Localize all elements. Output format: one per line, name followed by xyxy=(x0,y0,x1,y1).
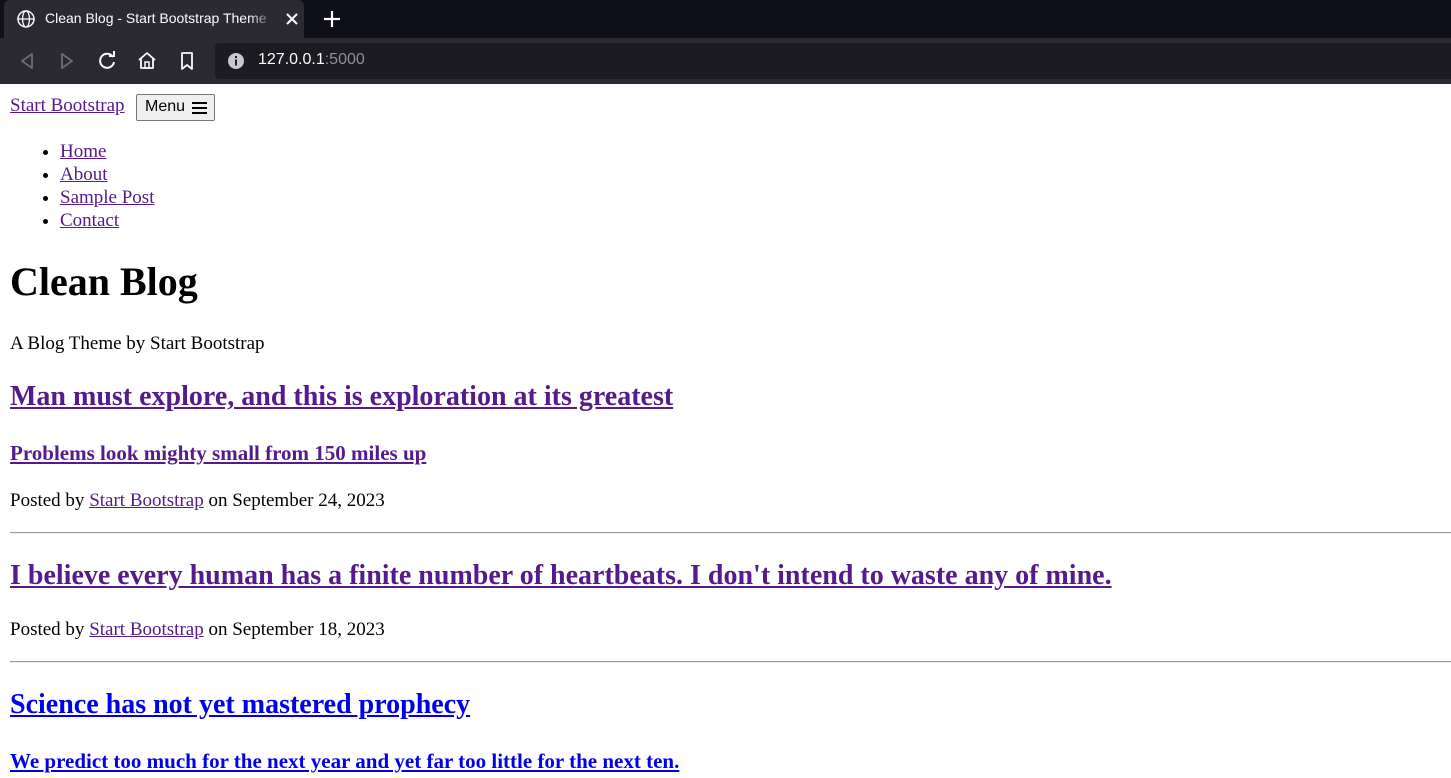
meta-date: on September 18, 2023 xyxy=(208,619,385,640)
post-divider xyxy=(10,661,1451,663)
nav-link-contact[interactable]: Contact xyxy=(60,210,119,231)
nav-item-home: Home xyxy=(60,140,154,163)
menu-toggle-button[interactable]: Menu xyxy=(136,94,215,121)
meta-prefix: Posted by xyxy=(10,490,85,511)
post-subtitle: We predict too much for the next year an… xyxy=(10,748,679,774)
globe-icon xyxy=(17,10,35,28)
nav-link-home[interactable]: Home xyxy=(60,141,106,162)
browser-toolbar: 127.0.0.1:5000 xyxy=(0,38,1451,84)
nav-link-about[interactable]: About xyxy=(60,164,108,185)
page-subtitle: A Blog Theme by Start Bootstrap xyxy=(10,333,265,354)
tab-title: Clean Blog - Start Bootstrap Theme xyxy=(45,10,267,26)
post-title-link[interactable]: Man must explore, and this is exploratio… xyxy=(10,381,673,412)
bookmark-icon[interactable] xyxy=(174,48,200,74)
post-meta: Posted by Start Bootstrap on September 2… xyxy=(10,489,385,513)
address-text: 127.0.0.1:5000 xyxy=(258,51,365,68)
nav-link-sample-post[interactable]: Sample Post xyxy=(60,187,154,208)
meta-prefix: Posted by xyxy=(10,619,85,640)
meta-date: on September 24, 2023 xyxy=(208,490,385,511)
author-link[interactable]: Start Bootstrap xyxy=(89,619,204,640)
brand-link[interactable]: Start Bootstrap xyxy=(10,95,125,117)
close-icon[interactable] xyxy=(282,9,302,29)
address-bar[interactable]: 127.0.0.1:5000 xyxy=(215,43,1451,79)
browser-tab-bar: Clean Blog - Start Bootstrap Theme xyxy=(0,0,1451,38)
home-icon[interactable] xyxy=(134,48,160,74)
nav-item-contact: Contact xyxy=(60,209,154,232)
forward-icon[interactable] xyxy=(54,48,80,74)
post-title: Science has not yet mastered prophecy xyxy=(10,688,470,722)
post-meta: Posted by Start Bootstrap on September 1… xyxy=(10,618,385,642)
post-title: I believe every human has a finite numbe… xyxy=(10,559,1112,593)
post-title-link[interactable]: I believe every human has a finite numbe… xyxy=(10,560,1112,591)
post-subtitle: Problems look mighty small from 150 mile… xyxy=(10,440,426,466)
post-divider xyxy=(10,532,1451,534)
plus-icon[interactable] xyxy=(320,7,344,31)
page-content: Start Bootstrap Menu Home About Sample P… xyxy=(0,84,1451,778)
post-title: Man must explore, and this is exploratio… xyxy=(10,380,673,414)
nav-item-about: About xyxy=(60,163,154,186)
page-title: Clean Blog xyxy=(10,259,198,304)
post-title-link[interactable]: Science has not yet mastered prophecy xyxy=(10,689,470,720)
info-icon[interactable] xyxy=(227,52,245,70)
hamburger-icon xyxy=(192,102,207,114)
browser-tab[interactable]: Clean Blog - Start Bootstrap Theme xyxy=(4,0,304,38)
back-icon[interactable] xyxy=(14,48,40,74)
reload-icon[interactable] xyxy=(94,48,120,74)
post-subtitle-link[interactable]: We predict too much for the next year an… xyxy=(10,749,679,773)
author-link[interactable]: Start Bootstrap xyxy=(89,490,204,511)
nav-list: Home About Sample Post Contact xyxy=(20,140,154,232)
nav-item-sample-post: Sample Post xyxy=(60,186,154,209)
menu-label: Menu xyxy=(145,98,186,115)
post-subtitle-link[interactable]: Problems look mighty small from 150 mile… xyxy=(10,441,426,465)
